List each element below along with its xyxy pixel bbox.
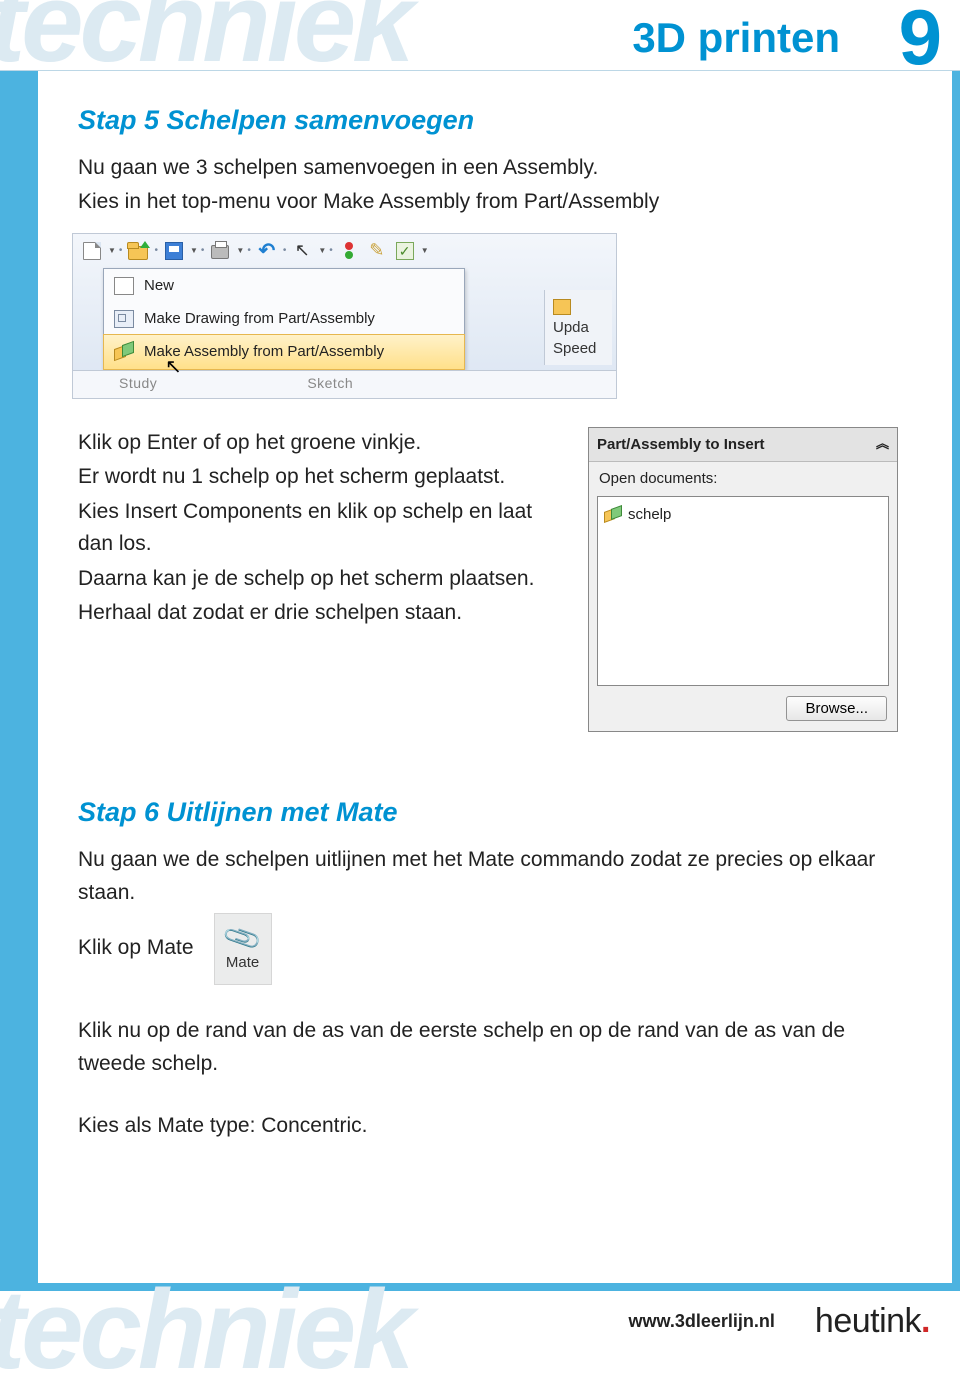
page-content: Stap 5 Schelpen samenvoegen Nu gaan we 3… xyxy=(78,100,898,1145)
footer-url: www.3dleerlijn.nl xyxy=(629,1311,775,1332)
dropdown-arrow-icon[interactable]: ▼ xyxy=(318,245,326,257)
separator: • xyxy=(328,243,334,259)
step5-p2: Kies in het top-menu voor Make Assembly … xyxy=(78,186,898,219)
update-icon xyxy=(553,299,571,315)
open-documents-list[interactable]: schelp xyxy=(597,496,889,686)
brand-logo: heutink. xyxy=(815,1302,930,1341)
step5-after4: Daarna kan je de schelp op het scherm pl… xyxy=(78,563,558,596)
blue-frame-bottom xyxy=(0,1283,960,1291)
document-icon: ✎ xyxy=(369,237,384,265)
blue-frame-right xyxy=(952,71,960,1291)
tab-sketch[interactable]: Sketch xyxy=(307,373,353,395)
print-button[interactable] xyxy=(207,238,233,264)
solidworks-toolbar-screenshot: ▼ • • ▼ • ▼ • ↶ • ↖ ▼ • ✎ ▼ New xyxy=(72,233,617,399)
traffic-light-icon xyxy=(345,242,353,260)
new-document-icon xyxy=(83,242,101,260)
collapse-icon[interactable]: ︽ xyxy=(876,434,889,454)
insert-panel: Part/Assembly to Insert ︽ Open documents… xyxy=(588,427,898,733)
tab-study[interactable]: Study xyxy=(119,373,157,395)
menu-label: New xyxy=(144,274,174,297)
page-number: 9 xyxy=(899,0,942,83)
save-button[interactable] xyxy=(161,238,187,264)
open-folder-icon xyxy=(128,246,148,260)
undo-icon: ↶ xyxy=(258,244,275,258)
rebuild-button[interactable] xyxy=(336,238,362,264)
side-label-speed: Speed xyxy=(553,340,596,357)
panel-title-bar: Part/Assembly to Insert ︽ xyxy=(589,428,897,462)
step5-after2: Er wordt nu 1 schelp op het scherm gepla… xyxy=(78,461,558,494)
mate-button[interactable]: 📎 Mate xyxy=(214,913,272,985)
save-icon xyxy=(165,242,183,260)
new-document-dropdown: New Make Drawing from Part/Assembly Make… xyxy=(103,268,465,370)
page-header: techniek 3D printen 9 xyxy=(0,0,960,71)
separator: • xyxy=(200,243,206,259)
step6-p2: Klik op Mate xyxy=(78,932,194,965)
open-button[interactable] xyxy=(125,238,151,264)
step5-instructions: Klik op Enter of op het groene vinkje. E… xyxy=(78,427,558,733)
step6-p4: Kies als Mate type: Concentric. xyxy=(78,1110,898,1143)
menu-item-new[interactable]: New xyxy=(104,269,464,302)
step5-after3: Kies Insert Components en klik op schelp… xyxy=(78,496,558,561)
cursor-icon: ↖ xyxy=(295,237,310,265)
panel-subtitle: Open documents: xyxy=(589,462,897,492)
undo-button[interactable]: ↶ xyxy=(254,238,280,264)
toolbar-tabs-row: Study Sketch xyxy=(73,370,616,398)
edit-button[interactable]: ✎ xyxy=(364,238,390,264)
side-labels: Upda Speed xyxy=(544,290,612,365)
step6-p1: Nu gaan we de schelpen uitlijnen met het… xyxy=(78,844,898,909)
dropdown-arrow-icon[interactable]: ▼ xyxy=(421,245,429,257)
drawing-icon xyxy=(114,310,134,328)
browse-button[interactable]: Browse... xyxy=(786,696,887,721)
brand-dot: . xyxy=(921,1302,930,1340)
menu-item-make-assembly[interactable]: Make Assembly from Part/Assembly xyxy=(103,334,465,369)
step5-heading: Stap 5 Schelpen samenvoegen xyxy=(78,100,898,142)
step5-after1: Klik op Enter of op het groene vinkje. xyxy=(78,427,558,460)
toolbar-row: ▼ • • ▼ • ▼ • ↶ • ↖ ▼ • ✎ ▼ xyxy=(73,234,616,268)
step5-after5: Herhaal dat zodat er drie schelpen staan… xyxy=(78,597,558,630)
options-icon xyxy=(396,242,414,260)
step6-heading: Stap 6 Uitlijnen met Mate xyxy=(78,792,898,834)
dropdown-arrow-icon[interactable]: ▼ xyxy=(190,245,198,257)
list-item-label: schelp xyxy=(628,503,671,526)
page-footer: www.3dleerlijn.nl heutink. xyxy=(0,1298,960,1344)
panel-title-text: Part/Assembly to Insert xyxy=(597,433,765,456)
step5-p1: Nu gaan we 3 schelpen samenvoegen in een… xyxy=(78,152,898,185)
select-button[interactable]: ↖ xyxy=(289,238,315,264)
new-document-button[interactable] xyxy=(79,238,105,264)
list-item[interactable]: schelp xyxy=(602,501,884,528)
menu-label: Make Drawing from Part/Assembly xyxy=(144,307,375,330)
options-button[interactable] xyxy=(392,238,418,264)
separator: • xyxy=(246,243,252,259)
header-watermark: techniek xyxy=(0,0,410,87)
step6-p3: Klik nu op de rand van de as van de eers… xyxy=(78,1015,898,1080)
blue-frame-left xyxy=(0,71,38,1291)
print-icon xyxy=(211,245,229,259)
separator: • xyxy=(153,243,159,259)
assembly-icon xyxy=(114,343,134,361)
brand-text: heutink xyxy=(815,1302,921,1340)
panel-button-row: Browse... xyxy=(589,690,897,731)
separator: • xyxy=(118,243,124,259)
side-label-upda: Upda xyxy=(553,319,589,336)
dropdown-arrow-icon[interactable]: ▼ xyxy=(236,245,244,257)
chapter-title: 3D printen xyxy=(632,14,840,62)
mouse-cursor-icon: ↖ xyxy=(165,352,182,383)
part-icon xyxy=(604,507,622,523)
dropdown-arrow-icon[interactable]: ▼ xyxy=(108,245,116,257)
menu-item-make-drawing[interactable]: Make Drawing from Part/Assembly xyxy=(104,302,464,335)
separator: • xyxy=(282,243,288,259)
new-document-icon xyxy=(114,277,134,295)
